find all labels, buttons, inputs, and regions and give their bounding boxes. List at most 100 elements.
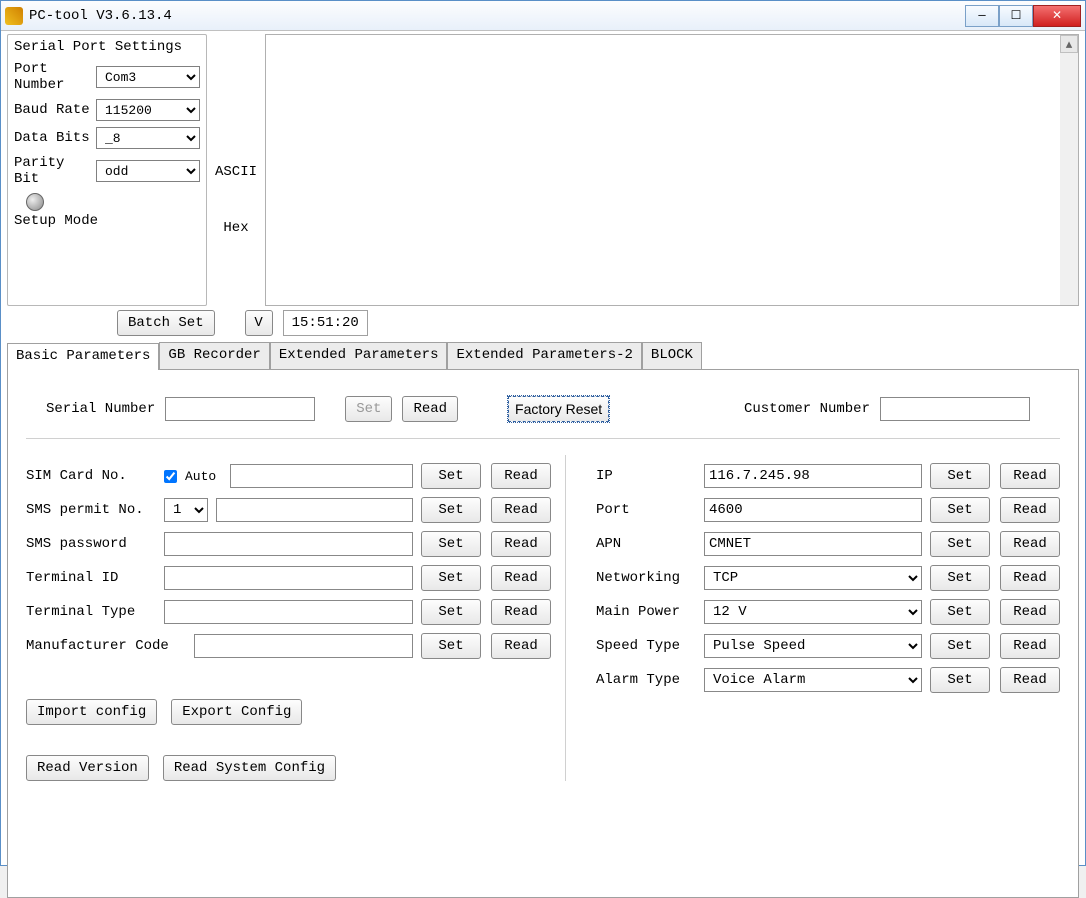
serial-number-set-button[interactable]: Set	[345, 396, 392, 422]
export-config-button[interactable]: Export Config	[171, 699, 302, 725]
alarm-type-set-button[interactable]: Set	[930, 667, 990, 693]
time-display: 15:51:20	[283, 310, 368, 336]
alarm-type-label: Alarm Type	[596, 672, 696, 688]
sms-permit-label: SMS permit No.	[26, 502, 156, 518]
serial-number-read-button[interactable]: Read	[402, 396, 458, 422]
terminal-type-set-button[interactable]: Set	[421, 599, 481, 625]
top-frame: Serial Port Settings Port Number Com3 Ba…	[7, 34, 1079, 306]
speed-type-set-button[interactable]: Set	[930, 633, 990, 659]
terminal-id-input[interactable]	[164, 566, 413, 590]
port-number-select[interactable]: Com3	[96, 66, 200, 88]
tab-bar: Basic Parameters GB Recorder Extended Pa…	[7, 342, 1079, 370]
apn-input[interactable]	[704, 532, 922, 556]
apn-set-button[interactable]: Set	[930, 531, 990, 557]
v-button[interactable]: V	[245, 310, 273, 336]
parity-bit-select[interactable]: odd	[96, 160, 200, 182]
data-bits-select[interactable]: _8	[96, 127, 200, 149]
sim-read-button[interactable]: Read	[491, 463, 551, 489]
sim-card-label: SIM Card No.	[26, 468, 156, 484]
import-config-button[interactable]: Import config	[26, 699, 157, 725]
close-button[interactable]: ✕	[1033, 5, 1081, 27]
sim-set-button[interactable]: Set	[421, 463, 481, 489]
speed-type-label: Speed Type	[596, 638, 696, 654]
main-power-label: Main Power	[596, 604, 696, 620]
client-area: Serial Port Settings Port Number Com3 Ba…	[1, 31, 1085, 865]
right-column: IP Set Read Port Set Read	[566, 455, 1060, 781]
port-read-button[interactable]: Read	[1000, 497, 1060, 523]
tab-block[interactable]: BLOCK	[642, 342, 702, 369]
setup-mode-radio[interactable]	[26, 193, 44, 211]
speed-type-select[interactable]: Pulse Speed	[704, 634, 922, 658]
encoding-column: ASCII Hex	[207, 34, 265, 306]
auto-label: Auto	[185, 469, 216, 484]
sms-password-set-button[interactable]: Set	[421, 531, 481, 557]
maximize-button[interactable]: ☐	[999, 5, 1033, 27]
factory-reset-button[interactable]: Factory Reset	[508, 396, 609, 422]
tab-extended-parameters[interactable]: Extended Parameters	[270, 342, 448, 369]
bottom-buttons: Import config Export Config Read Version…	[26, 699, 551, 781]
networking-set-button[interactable]: Set	[930, 565, 990, 591]
sms-permit-read-button[interactable]: Read	[491, 497, 551, 523]
serial-number-label: Serial Number	[46, 401, 155, 417]
alarm-type-read-button[interactable]: Read	[1000, 667, 1060, 693]
batch-set-button[interactable]: Batch Set	[117, 310, 215, 336]
minimize-button[interactable]: ─	[965, 5, 999, 27]
sms-permit-input[interactable]	[216, 498, 413, 522]
speed-type-read-button[interactable]: Read	[1000, 633, 1060, 659]
sms-password-read-button[interactable]: Read	[491, 531, 551, 557]
auto-checkbox[interactable]	[164, 470, 177, 483]
serial-number-row: Serial Number Set Read Factory Reset Cus…	[26, 390, 1060, 438]
terminal-type-read-button[interactable]: Read	[491, 599, 551, 625]
tab-extended-parameters-2[interactable]: Extended Parameters-2	[447, 342, 641, 369]
ip-read-button[interactable]: Read	[1000, 463, 1060, 489]
port-set-button[interactable]: Set	[930, 497, 990, 523]
customer-number-input[interactable]	[880, 397, 1030, 421]
read-version-button[interactable]: Read Version	[26, 755, 149, 781]
sms-permit-set-button[interactable]: Set	[421, 497, 481, 523]
scroll-up-icon[interactable]: ▴	[1060, 35, 1078, 53]
ip-label: IP	[596, 468, 696, 484]
sim-card-input[interactable]	[230, 464, 413, 488]
ascii-label[interactable]: ASCII	[215, 164, 257, 180]
sms-permit-select[interactable]: 1	[164, 498, 208, 522]
sms-password-label: SMS password	[26, 536, 156, 552]
main-power-select[interactable]: 12 V	[704, 600, 922, 624]
terminal-id-label: Terminal ID	[26, 570, 156, 586]
tab-gb-recorder[interactable]: GB Recorder	[159, 342, 269, 369]
ip-set-button[interactable]: Set	[930, 463, 990, 489]
main-power-set-button[interactable]: Set	[930, 599, 990, 625]
manufacturer-read-button[interactable]: Read	[491, 633, 551, 659]
customer-number-label: Customer Number	[744, 401, 870, 417]
apn-read-button[interactable]: Read	[1000, 531, 1060, 557]
scrollbar[interactable]: ▴	[1060, 35, 1078, 305]
terminal-type-input[interactable]	[164, 600, 413, 624]
ip-input[interactable]	[704, 464, 922, 488]
apn-label: APN	[596, 536, 696, 552]
networking-select[interactable]: TCP	[704, 566, 922, 590]
serial-number-input[interactable]	[165, 397, 315, 421]
baud-rate-label: Baud Rate	[14, 102, 96, 118]
app-window: PC-tool V3.6.13.4 ─ ☐ ✕ Serial Port Sett…	[0, 0, 1086, 866]
tab-basic-parameters[interactable]: Basic Parameters	[7, 343, 159, 370]
parity-bit-label: Parity Bit	[14, 155, 96, 187]
terminal-id-read-button[interactable]: Read	[491, 565, 551, 591]
terminal-type-label: Terminal Type	[26, 604, 156, 620]
sms-password-input[interactable]	[164, 532, 413, 556]
manufacturer-set-button[interactable]: Set	[421, 633, 481, 659]
port-input[interactable]	[704, 498, 922, 522]
terminal-id-set-button[interactable]: Set	[421, 565, 481, 591]
manufacturer-code-input[interactable]	[194, 634, 413, 658]
console-output[interactable]: ▴	[265, 34, 1079, 306]
read-system-config-button[interactable]: Read System Config	[163, 755, 336, 781]
app-icon	[5, 7, 23, 25]
alarm-type-select[interactable]: Voice Alarm	[704, 668, 922, 692]
data-bits-label: Data Bits	[14, 130, 96, 146]
tab-content: Serial Number Set Read Factory Reset Cus…	[7, 370, 1079, 898]
networking-read-button[interactable]: Read	[1000, 565, 1060, 591]
main-power-read-button[interactable]: Read	[1000, 599, 1060, 625]
window-title: PC-tool V3.6.13.4	[29, 8, 172, 24]
hex-label[interactable]: Hex	[223, 220, 248, 236]
setup-mode-label: Setup Mode	[14, 213, 200, 229]
baud-rate-select[interactable]: 115200	[96, 99, 200, 121]
serial-legend: Serial Port Settings	[14, 39, 200, 55]
